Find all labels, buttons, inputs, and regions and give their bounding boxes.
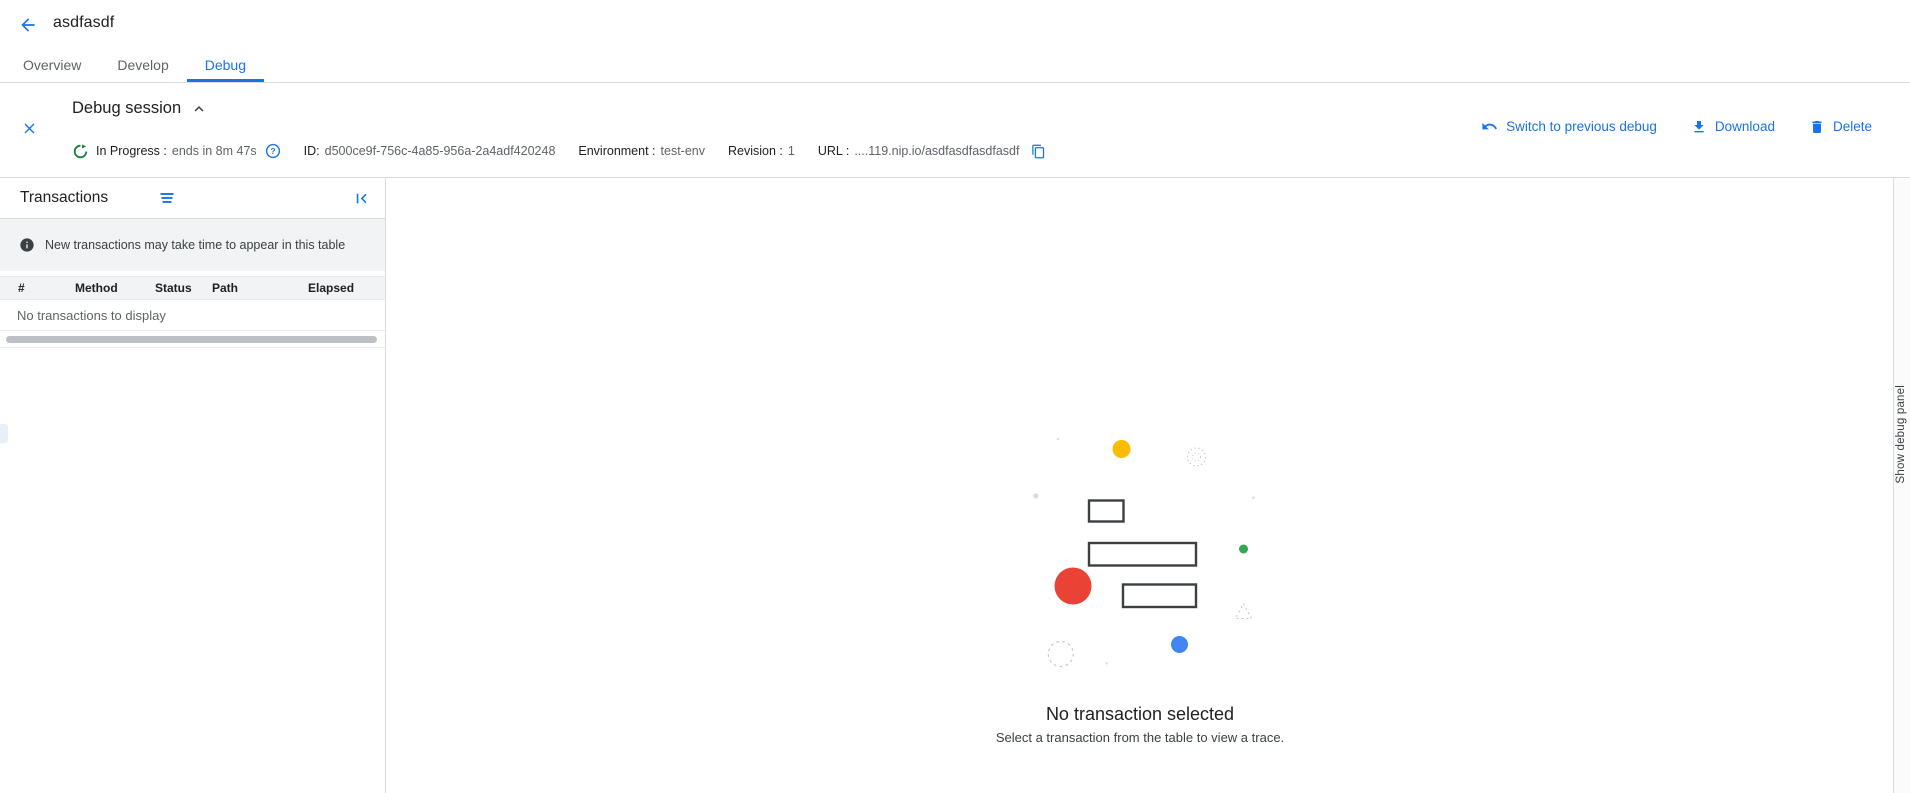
back-button[interactable]: [16, 13, 40, 37]
debug-session-title: Debug session: [72, 99, 181, 118]
chevron-up-icon: [190, 100, 208, 118]
no-transaction-title: No transaction selected: [387, 704, 1893, 725]
download-icon: [1691, 119, 1707, 135]
delete-label: Delete: [1833, 119, 1872, 134]
page-title: asdfasdf: [53, 14, 114, 32]
transactions-info-banner: New transactions may take time to appear…: [0, 219, 385, 271]
show-debug-panel-toggle[interactable]: Show debug panel: [1893, 178, 1910, 793]
tab-develop[interactable]: Develop: [99, 48, 186, 82]
transactions-title: Transactions: [20, 189, 108, 207]
trash-icon: [1809, 119, 1825, 135]
copy-url-button[interactable]: [1030, 143, 1046, 159]
tab-debug[interactable]: Debug: [187, 48, 264, 82]
session-id-value: d500ce9f-756c-4a85-956a-2a4adf420248: [325, 144, 556, 158]
transactions-empty-message: No transactions to display: [0, 300, 385, 331]
show-debug-panel-label: Show debug panel: [1895, 385, 1907, 483]
filter-icon: [158, 189, 176, 207]
filter-transactions-button[interactable]: [157, 188, 177, 208]
arrow-back-icon: [18, 15, 38, 35]
revision-value: 1: [788, 144, 795, 158]
status-help-button[interactable]: ?: [265, 143, 281, 159]
in-progress-clock-icon: [73, 144, 88, 159]
column-header-number: #: [0, 281, 75, 295]
apigee-debug-page: asdfasdf Overview Develop Debug Debug se…: [0, 0, 1910, 793]
session-status-label: In Progress :: [96, 144, 167, 158]
help-icon: ?: [265, 143, 281, 159]
session-id-field: ID: d500ce9f-756c-4a85-956a-2a4adf420248: [304, 144, 556, 158]
proxy-tab-bar: Overview Develop Debug: [0, 48, 1910, 83]
session-id-label: ID:: [304, 144, 320, 158]
collapse-left-icon: [352, 189, 371, 208]
session-status-value: ends in 8m 47s: [172, 144, 257, 158]
transactions-panel-header: Transactions: [0, 178, 385, 219]
download-button[interactable]: Download: [1691, 118, 1775, 135]
svg-text:?: ?: [270, 146, 275, 156]
transactions-table-header: # Method Status Path Elapsed: [0, 276, 385, 300]
switch-to-previous-debug-label: Switch to previous debug: [1506, 119, 1657, 134]
download-label: Download: [1715, 119, 1775, 134]
revision-label: Revision :: [728, 144, 783, 158]
undo-icon: [1481, 118, 1498, 135]
session-actions: Switch to previous debug Download Delete: [1481, 118, 1872, 135]
transactions-panel: Transactions New transactions may take t…: [0, 178, 386, 793]
collapse-transactions-panel-button[interactable]: [351, 188, 371, 208]
column-header-elapsed: Elapsed: [308, 281, 385, 295]
delete-button[interactable]: Delete: [1809, 118, 1872, 135]
debug-session-title-row: Debug session: [72, 99, 208, 118]
empty-state-illustration: [990, 420, 1290, 680]
transactions-info-text: New transactions may take time to appear…: [45, 237, 367, 253]
left-edge-artifact: [0, 424, 8, 443]
close-icon: [21, 120, 38, 137]
collapse-section-button[interactable]: [190, 100, 208, 118]
copy-icon: [1031, 144, 1046, 159]
no-transaction-subtitle: Select a transaction from the table to v…: [387, 730, 1893, 745]
info-icon: [19, 237, 35, 253]
column-header-path: Path: [212, 281, 308, 295]
column-header-method: Method: [75, 281, 155, 295]
url-label: URL :: [818, 144, 850, 158]
trace-area: No transaction selected Select a transac…: [387, 178, 1893, 793]
horizontal-scrollbar: [0, 331, 385, 348]
environment-label: Environment :: [578, 144, 655, 158]
environment-field: Environment : test-env: [578, 144, 705, 158]
url-field: URL : ....119.nip.io/asdfasdfasdfasdf: [818, 144, 1020, 158]
tab-overview[interactable]: Overview: [5, 48, 99, 82]
switch-to-previous-debug-button[interactable]: Switch to previous debug: [1481, 118, 1657, 135]
close-debug-session-button[interactable]: [20, 119, 38, 137]
debug-session-header: Debug session In Progress : ends in 8m 4…: [0, 83, 1910, 178]
horizontal-scrollbar-thumb[interactable]: [6, 336, 377, 343]
environment-value: test-env: [661, 144, 705, 158]
page-header: asdfasdf: [0, 0, 1910, 48]
revision-field: Revision : 1: [728, 144, 795, 158]
session-status-row: In Progress : ends in 8m 47s ? ID: d500c…: [73, 143, 1046, 159]
url-value: ....119.nip.io/asdfasdfasdfasdf: [854, 144, 1019, 158]
column-header-status: Status: [155, 281, 212, 295]
